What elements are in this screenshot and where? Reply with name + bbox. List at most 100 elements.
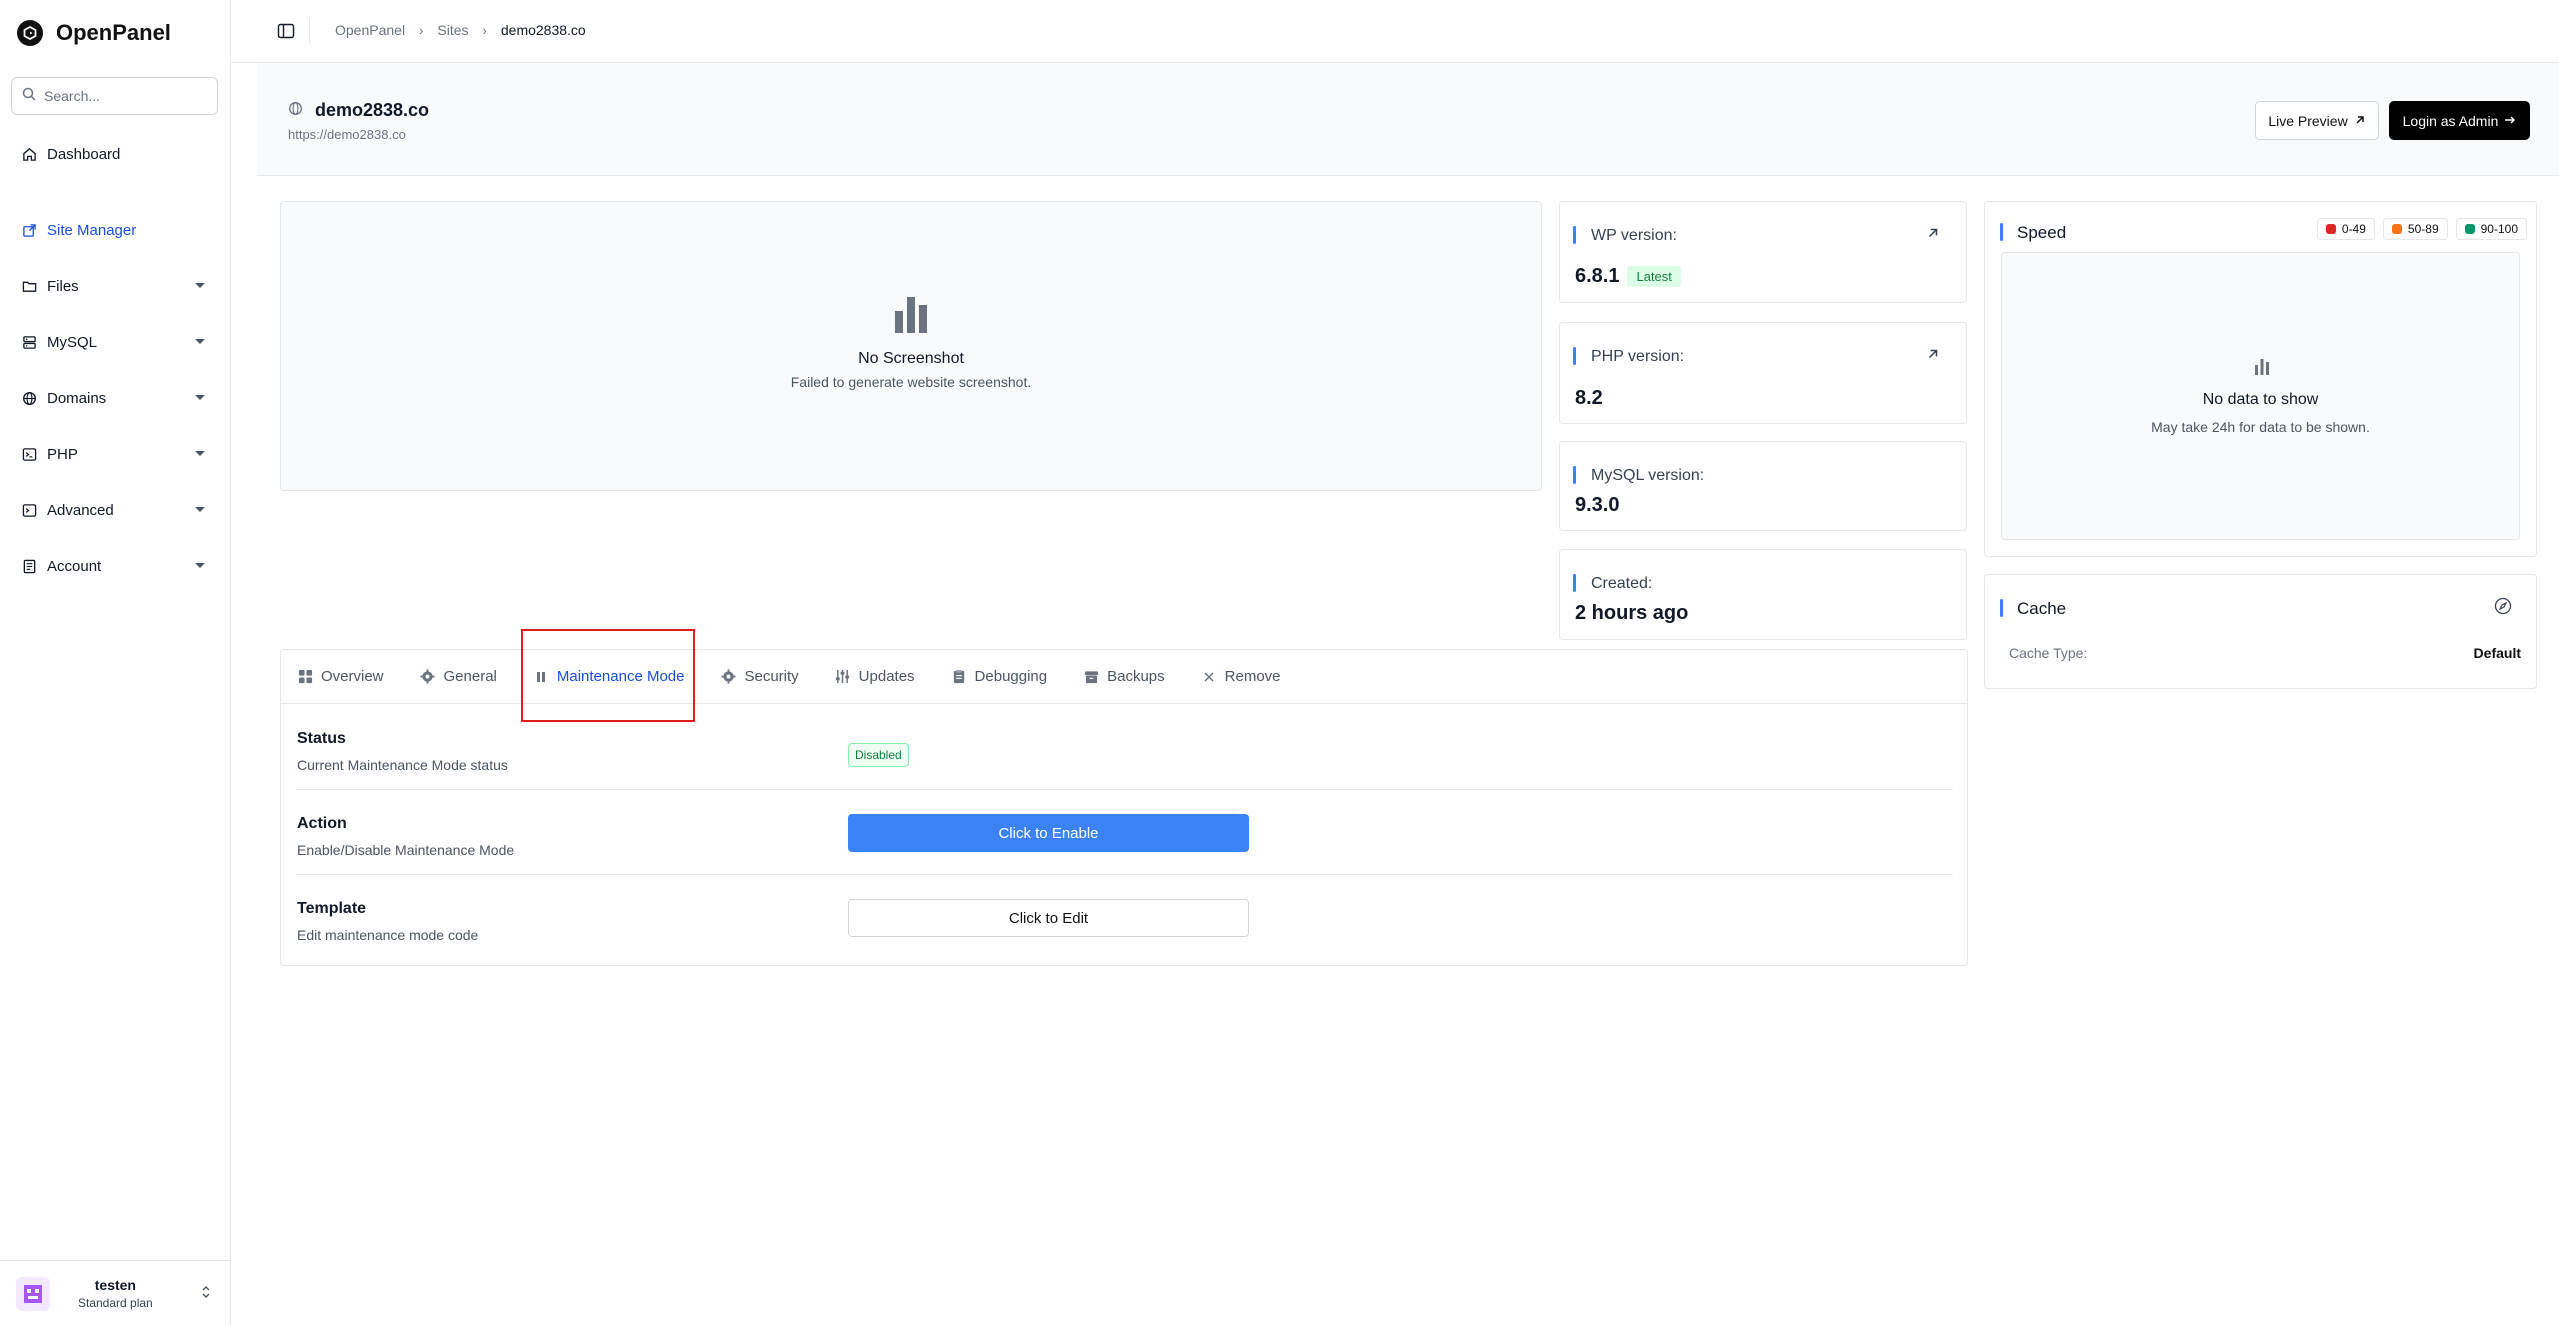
login-admin-label: Login as Admin (2402, 112, 2499, 129)
breadcrumb-openpanel[interactable]: OpenPanel (335, 22, 405, 38)
tab-debugging[interactable]: Debugging (951, 650, 1048, 704)
legend-dot (2391, 224, 2402, 234)
breadcrumb-sites[interactable]: Sites (437, 22, 468, 38)
sidebar-item-label: PHP (47, 445, 78, 463)
home-icon (21, 146, 37, 162)
tab-overview[interactable]: Overview (297, 650, 384, 704)
mysql-version-value: 9.3.0 (1575, 494, 1620, 516)
globe-icon (21, 390, 37, 406)
latest-badge: Latest (1627, 266, 1681, 287)
speed-legend: 0-49 50-89 90-100 (2316, 218, 2527, 240)
tab-remove[interactable]: Remove (1201, 650, 1281, 704)
screenshot-panel: No Screenshot Failed to generate website… (280, 201, 1542, 491)
cache-type-label: Cache Type: (2009, 645, 2088, 661)
search-input[interactable] (44, 88, 204, 104)
sidebar-item-dashboard[interactable]: Dashboard (0, 136, 231, 172)
accent-bar (2000, 599, 2003, 617)
legend-dot (2325, 224, 2336, 234)
user-plan: Standard plan (78, 1296, 153, 1310)
sidebar-item-mysql[interactable]: MySQL (0, 324, 231, 360)
gear-icon (420, 669, 436, 685)
database-icon (21, 334, 37, 350)
tab-general[interactable]: General (420, 650, 497, 704)
php-version-value: 8.2 (1575, 387, 1603, 409)
avatar (16, 1276, 50, 1311)
sidebar-item-files[interactable]: Files (0, 268, 231, 304)
legend-label: 90-100 (2480, 222, 2518, 236)
cache-type-value: Default (2473, 645, 2521, 661)
user-name: testen (94, 1277, 136, 1293)
tab-label: Debugging (974, 668, 1048, 685)
speed-empty-subtitle: May take 24h for data to be shown. (2151, 419, 2370, 435)
site-header: demo2838.co https://demo2838.co Live Pre… (257, 63, 2559, 176)
legend-label: 0-49 (2341, 222, 2366, 236)
live-preview-button[interactable]: Live Preview (2255, 101, 2379, 140)
search-icon (22, 87, 36, 106)
created-label: Created: (1591, 575, 1653, 592)
maintenance-status-row: Status Current Maintenance Mode status D… (297, 705, 1953, 790)
breadcrumb-current: demo2838.co (500, 22, 586, 38)
arrow-up-right-icon[interactable] (1926, 347, 1942, 363)
chevron-down-icon (195, 451, 205, 456)
tab-bar: Overview General Maintenance Mode Securi… (281, 650, 1967, 704)
terminal-icon (21, 446, 37, 462)
template-title: Template (297, 900, 367, 917)
tab-backups[interactable]: Backups (1083, 650, 1165, 704)
chevron-up-down-icon[interactable] (201, 1285, 211, 1300)
tab-label: Remove (1224, 668, 1281, 685)
user-info: testen Standard plan (78, 1277, 153, 1310)
sidebar-item-label: Files (47, 277, 79, 295)
brand[interactable]: OpenPanel (17, 20, 171, 46)
search-box[interactable] (11, 77, 218, 115)
php-version-label: PHP version: (1591, 348, 1685, 365)
wp-version-value-row: 6.8.1 Latest (1575, 265, 1681, 288)
chevron-down-icon (195, 563, 205, 568)
mysql-version-card: MySQL version: 9.3.0 (1559, 441, 1967, 531)
tab-label: General (443, 668, 497, 685)
screenshot-subtitle: Failed to generate website screenshot. (790, 374, 1032, 390)
sidebar-item-label: Account (47, 557, 102, 575)
mysql-version-label: MySQL version: (1591, 467, 1705, 484)
enable-maintenance-button[interactable]: Click to Enable (848, 814, 1249, 852)
sidebar-item-domains[interactable]: Domains (0, 380, 231, 416)
created-value: 2 hours ago (1575, 602, 1689, 624)
status-badge: Disabled (848, 743, 909, 767)
sidebar-item-label: Site Manager (47, 221, 137, 239)
compass-icon[interactable] (2494, 597, 2512, 620)
chevron-down-icon (195, 395, 205, 400)
sidebar-toggle-icon[interactable] (277, 22, 295, 40)
site-name: demo2838.co (315, 100, 430, 120)
sidebar-item-php[interactable]: PHP (0, 436, 231, 472)
sidebar-item-account[interactable]: Account (0, 548, 231, 584)
speed-empty-state: No data to show May take 24h for data to… (2001, 252, 2520, 540)
speed-card: Speed 0-49 50-89 90-100 No data to show … (1984, 201, 2537, 557)
folder-icon (21, 278, 37, 294)
chevron-down-icon (195, 507, 205, 512)
bar-chart-icon (2253, 357, 2271, 380)
site-url: https://demo2838.co (288, 127, 406, 142)
arrow-up-right-icon[interactable] (1926, 226, 1942, 242)
accent-bar (1573, 466, 1576, 484)
archive-icon (1083, 669, 1099, 685)
tab-security[interactable]: Security (720, 650, 799, 704)
sidebar-item-label: Domains (47, 389, 107, 407)
tab-maintenance-mode[interactable]: Maintenance Mode (533, 650, 684, 704)
speed-title: Speed (2017, 223, 2067, 242)
site-title: demo2838.co (288, 100, 429, 121)
arrow-right-icon (2504, 113, 2516, 129)
user-menu[interactable]: testen Standard plan (0, 1260, 231, 1326)
brand-name: OpenPanel (56, 20, 171, 45)
bar-chart-icon (891, 297, 931, 337)
legend-item-poor: 0-49 (2316, 218, 2375, 240)
speed-empty-title: No data to show (2202, 391, 2319, 408)
login-as-admin-button[interactable]: Login as Admin (2389, 101, 2530, 140)
tab-updates[interactable]: Updates (835, 650, 915, 704)
sidebar-item-advanced[interactable]: Advanced (0, 492, 231, 528)
edit-template-button[interactable]: Click to Edit (848, 899, 1249, 937)
accent-bar (1573, 226, 1576, 244)
chevron-right-icon: › (419, 22, 424, 38)
legend-item-average: 50-89 (2382, 218, 2448, 240)
gear-icon (720, 669, 736, 685)
cache-type-row: Cache Type: Default (2009, 645, 2521, 661)
sidebar-item-site-manager[interactable]: Site Manager (0, 212, 231, 248)
